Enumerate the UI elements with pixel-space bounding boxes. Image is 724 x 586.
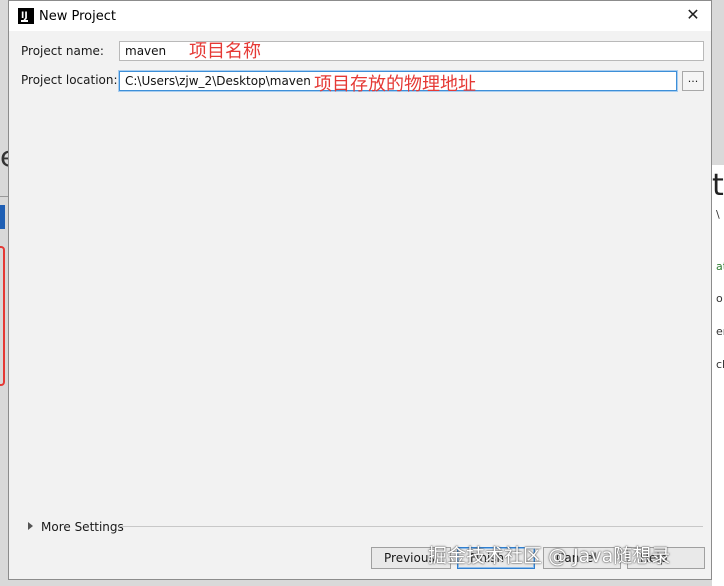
- background-divider: [0, 196, 8, 197]
- background-snippet: \: [716, 208, 720, 221]
- project-location-annotation: 项目存放的物理地址: [314, 74, 476, 95]
- background-snippet: er: [716, 325, 724, 338]
- dialog-title: New Project: [39, 9, 116, 24]
- background-panel-right: [712, 165, 724, 586]
- title-bar[interactable]: IJ New Project ✕: [9, 1, 711, 31]
- browse-button[interactable]: ...: [682, 71, 704, 91]
- background-snippet: cl: [716, 358, 724, 371]
- chevron-right-icon[interactable]: [28, 522, 33, 530]
- project-name-label: Project name:: [21, 44, 104, 58]
- close-icon: ✕: [686, 5, 700, 24]
- background-accent-bar: [0, 205, 5, 229]
- more-settings-toggle[interactable]: More Settings: [41, 520, 124, 534]
- more-settings-divider: [119, 526, 703, 527]
- background-highlight-box: [0, 246, 5, 386]
- project-name-annotation: 项目名称: [189, 41, 261, 62]
- new-project-dialog: IJ New Project ✕ Project name: maven 项目名…: [8, 0, 712, 580]
- watermark-text: 掘金技术社区 @ Java随想录: [428, 545, 671, 567]
- project-location-label: Project location:: [21, 73, 118, 87]
- close-button[interactable]: ✕: [683, 5, 703, 25]
- intellij-app-icon: IJ: [18, 8, 34, 24]
- background-text-right: t: [712, 168, 724, 203]
- background-snippet: o: [716, 292, 723, 305]
- background-snippet: at: [716, 260, 724, 273]
